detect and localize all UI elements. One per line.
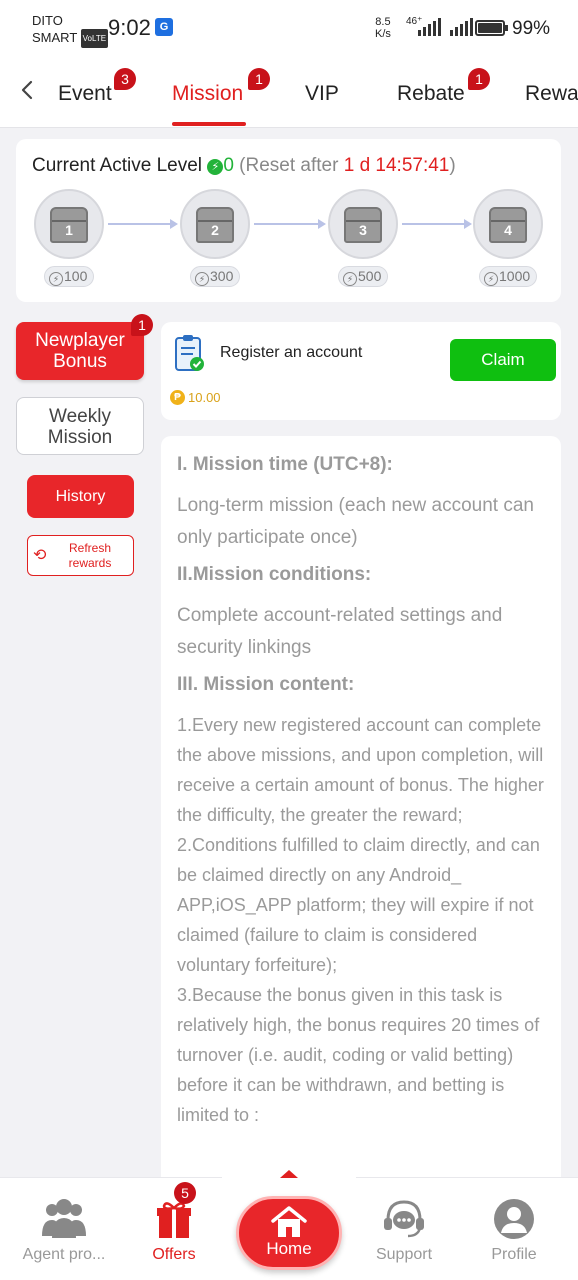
home-notch xyxy=(222,1160,356,1190)
rules-content-2: 2.Conditions fulfilled to claim directly… xyxy=(177,835,540,975)
carrier-name: DITO xyxy=(32,13,63,28)
mission-task-card: Register an account Claim ₱ 10.00 xyxy=(161,322,561,420)
tab-rebate[interactable]: Rebate xyxy=(397,82,465,106)
signal-icon-2 xyxy=(450,18,473,36)
refresh-rewards-button[interactable]: ⟲ Refresh rewards xyxy=(27,535,134,576)
google-icon: G xyxy=(155,18,173,36)
lightning-icon: ⚡ xyxy=(195,272,209,286)
home-icon xyxy=(271,1206,307,1237)
rules-text-time: Long-term mission (each new account can … xyxy=(177,495,534,548)
nav-offers[interactable]: Offers xyxy=(124,1198,224,1264)
newplayer-bonus-badge: 1 xyxy=(131,314,153,336)
chest-points: ⚡ 1000 xyxy=(479,266,538,287)
refresh-icon: ⟲ xyxy=(33,547,47,564)
chest-icon[interactable]: 4 xyxy=(473,189,543,259)
offers-badge: 5 xyxy=(174,1182,196,1204)
tab-rewards[interactable]: Rewa xyxy=(525,82,578,106)
history-button[interactable]: History xyxy=(27,475,134,518)
tab-vip[interactable]: VIP xyxy=(305,82,339,106)
progress-arrow xyxy=(402,219,472,229)
mission-rules: I. Mission time (UTC+8): Long-term missi… xyxy=(161,436,561,1196)
carrier-name-2: SMART xyxy=(32,30,78,45)
tab-event[interactable]: Event xyxy=(58,82,112,106)
progress-arrow xyxy=(254,219,326,229)
tab-mission-badge: 1 xyxy=(248,68,270,90)
nav-home[interactable]: Home xyxy=(236,1196,342,1270)
lightning-icon: ⚡ xyxy=(49,272,63,286)
nav-profile[interactable]: Profile xyxy=(464,1198,564,1264)
status-bar: DITO SMART VoLTE 9:02 G 8.5 K/s 46⁺ 99% xyxy=(0,0,578,56)
volte-icon: VoLTE xyxy=(80,29,109,49)
nav-agent[interactable]: Agent pro... xyxy=(14,1198,114,1264)
level-title: Current Active Level ⚡ 0 (Reset after 1 d… xyxy=(32,155,456,176)
nav-support[interactable]: Support xyxy=(354,1198,454,1264)
coin-icon: ₱ xyxy=(170,390,185,405)
reset-countdown: 1 d 14:57:41 xyxy=(343,155,450,176)
headset-support-icon xyxy=(384,1200,424,1238)
lightning-icon: ⚡ xyxy=(207,159,224,175)
rules-content-1: 1.Every new registered account can compl… xyxy=(177,715,544,825)
chest-icon[interactable]: 3 xyxy=(328,189,398,259)
active-level-value: 0 xyxy=(223,155,234,176)
newplayer-bonus-button[interactable]: Newplayer Bonus xyxy=(16,322,144,380)
gift-icon xyxy=(157,1202,191,1238)
task-reward: 10.00 xyxy=(188,390,221,405)
chest-icon[interactable]: 2 xyxy=(180,189,250,259)
back-icon[interactable] xyxy=(18,80,38,100)
tab-rebate-badge: 1 xyxy=(468,68,490,90)
chest-points: ⚡ 100 xyxy=(44,266,95,287)
profile-icon xyxy=(494,1199,534,1239)
lightning-icon: ⚡ xyxy=(343,272,357,286)
task-title: Register an account xyxy=(220,344,363,361)
rules-heading-content: III. Mission content: xyxy=(177,674,355,695)
tab-event-badge: 3 xyxy=(114,68,136,90)
rules-content-3: 3.Because the bonus given in this task i… xyxy=(177,985,540,1125)
rules-text-conditions: Complete account-related settings and se… xyxy=(177,605,503,658)
tab-mission[interactable]: Mission xyxy=(172,82,243,106)
active-level-card: Current Active Level ⚡ 0 (Reset after 1 d… xyxy=(16,139,561,302)
network-speed: 8.5 K/s xyxy=(375,16,391,40)
chest-points: ⚡ 300 xyxy=(190,266,241,287)
chest-points: ⚡ 500 xyxy=(338,266,389,287)
chest-icon[interactable]: 1 xyxy=(34,189,104,259)
weekly-mission-button[interactable]: Weekly Mission xyxy=(16,397,144,455)
clock: 9:02 xyxy=(108,15,151,40)
signal-icon xyxy=(418,18,441,36)
claim-button[interactable]: Claim xyxy=(450,339,556,381)
progress-arrow xyxy=(108,219,178,229)
rules-heading-conditions: II.Mission conditions: xyxy=(177,564,372,585)
battery-percent: 99% xyxy=(512,18,551,39)
agent-group-icon xyxy=(42,1199,86,1238)
clipboard-check-icon xyxy=(175,335,204,371)
carrier-info: DITO SMART VoLTE xyxy=(32,12,109,49)
battery-icon xyxy=(475,20,508,36)
tab-bar: Event 3 Mission 1 VIP Rebate 1 Rewa xyxy=(0,56,578,128)
rules-heading-time: I. Mission time (UTC+8): xyxy=(177,454,393,475)
tab-active-indicator xyxy=(172,122,246,126)
lightning-icon: ⚡ xyxy=(484,272,498,286)
